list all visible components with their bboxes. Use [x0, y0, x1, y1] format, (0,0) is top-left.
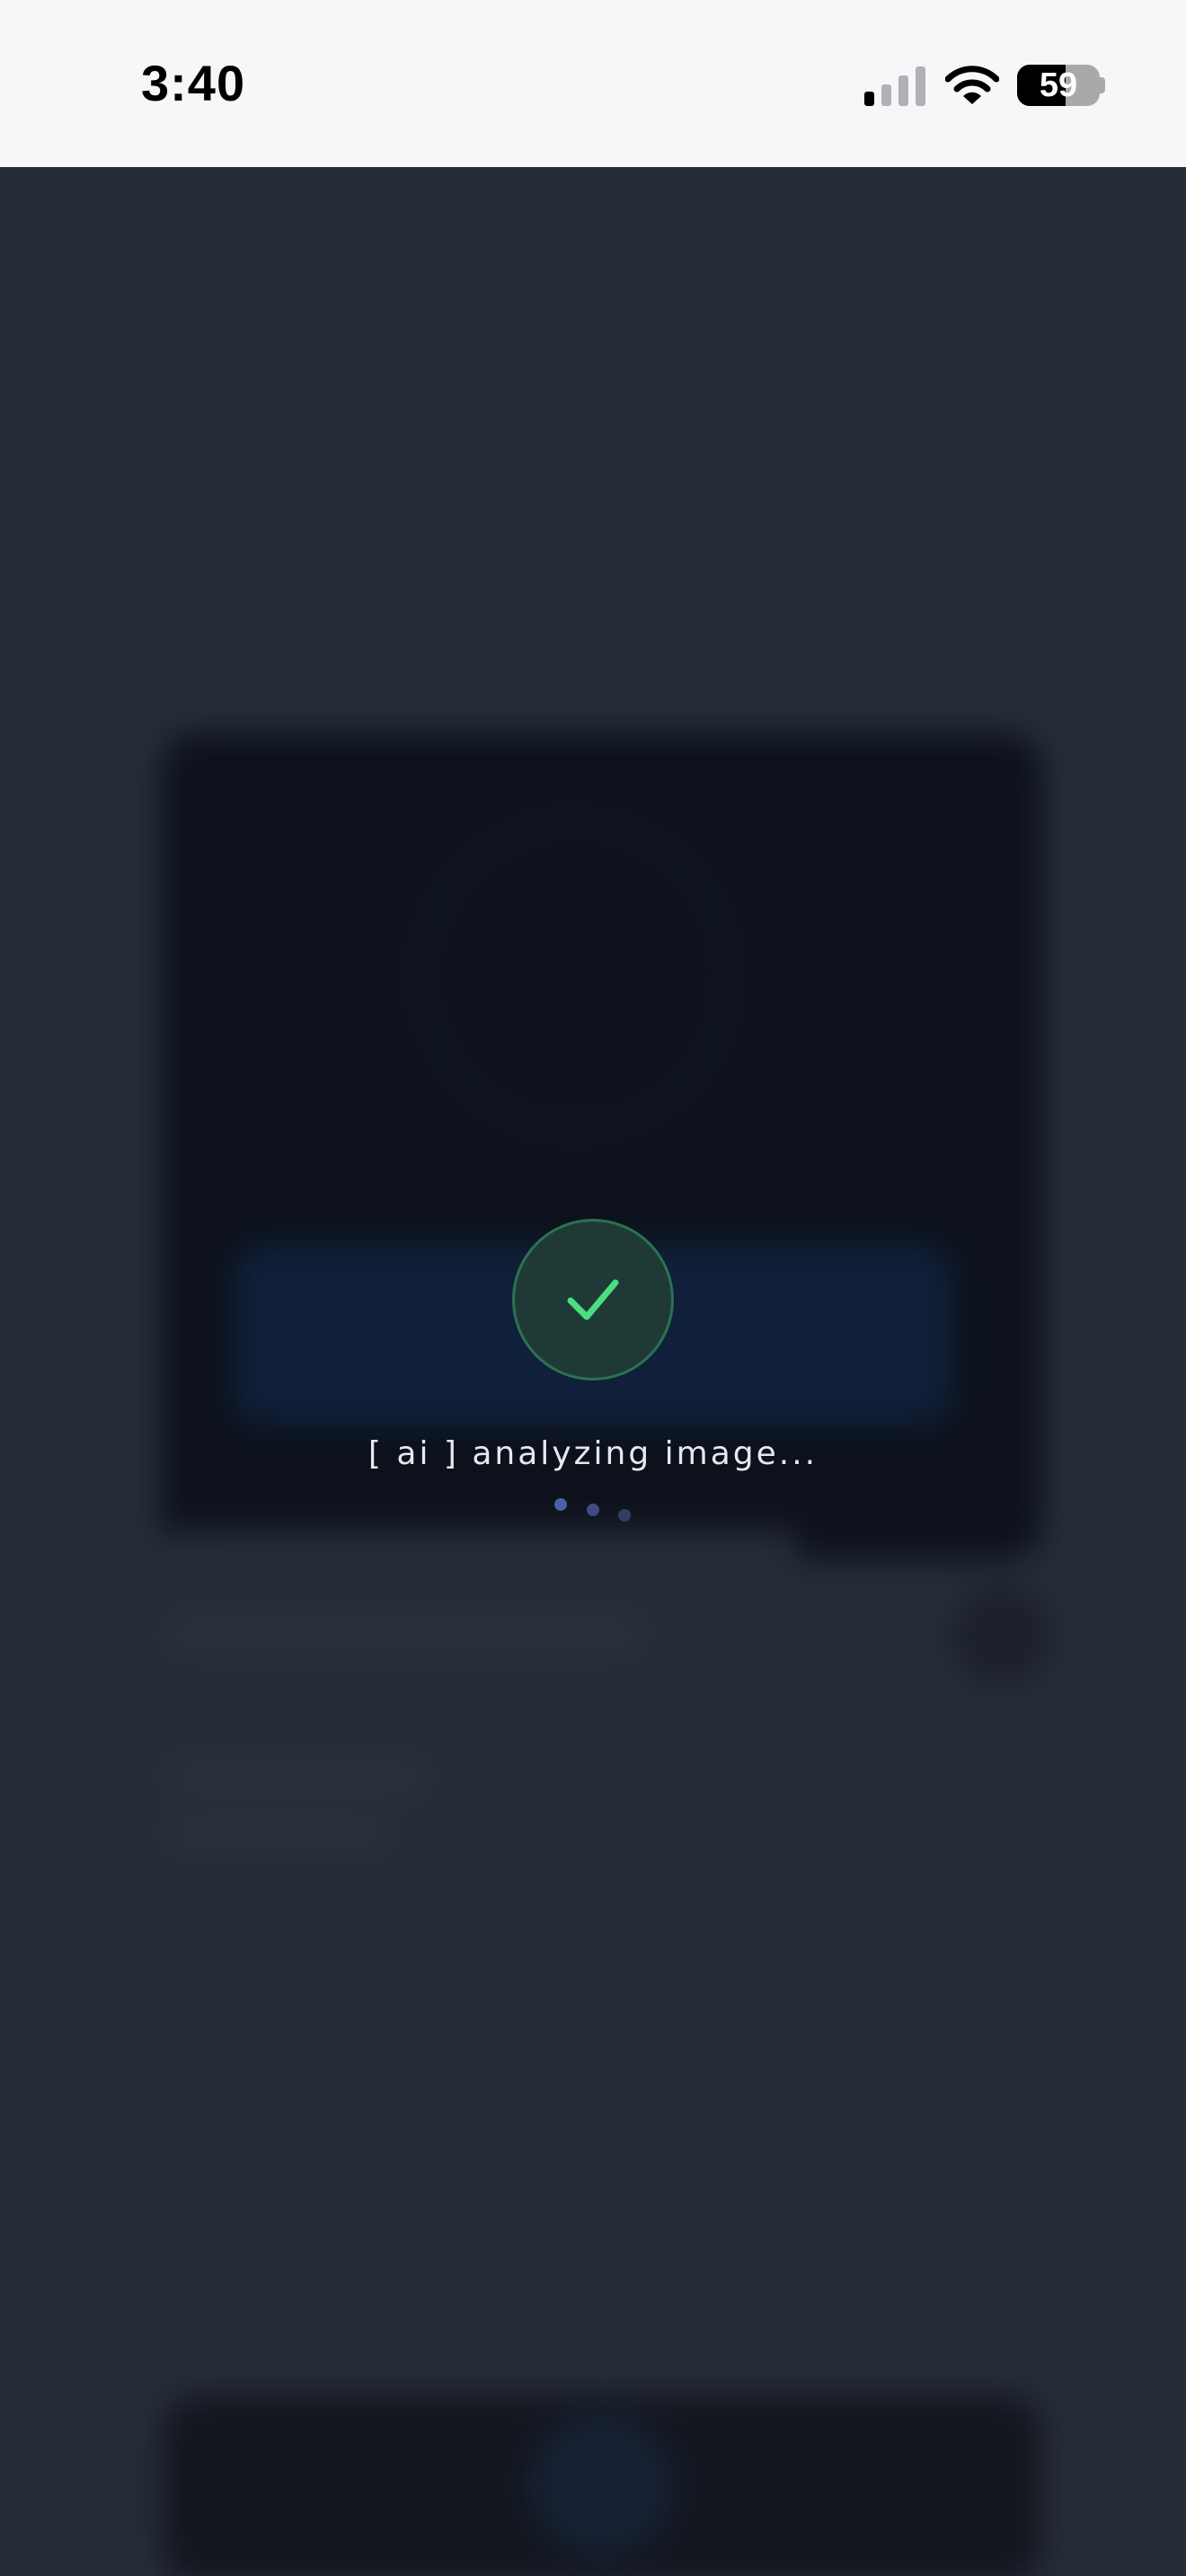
battery-level: 59: [1039, 66, 1078, 104]
placeholder-line: [171, 1622, 638, 1645]
checkmark-icon: [567, 1279, 619, 1320]
cellular-signal-icon: [864, 66, 925, 106]
success-badge: [512, 1219, 674, 1381]
battery-tip: [1100, 77, 1105, 93]
capture-button: [530, 2413, 674, 2556]
battery-icon: 59: [1017, 65, 1100, 106]
wifi-icon: [945, 66, 999, 104]
status-bar: 3:40 59: [0, 0, 1186, 167]
placeholder-line: [171, 1766, 422, 1789]
loading-dot: [587, 1504, 599, 1516]
placeholder-avatar: [952, 1586, 1051, 1685]
loading-dot: [554, 1498, 567, 1511]
status-time: 3:40: [141, 55, 246, 111]
placeholder-line: [171, 1820, 386, 1843]
image-preview-shape: [413, 814, 737, 1137]
screen: 3:40 59 [ai] analyzing image...: [0, 0, 1186, 2576]
placeholder-line: [171, 1532, 800, 1556]
loading-dot: [618, 1509, 631, 1522]
analyzing-status-text: [ ai ] analyzing image...: [367, 1435, 819, 1472]
